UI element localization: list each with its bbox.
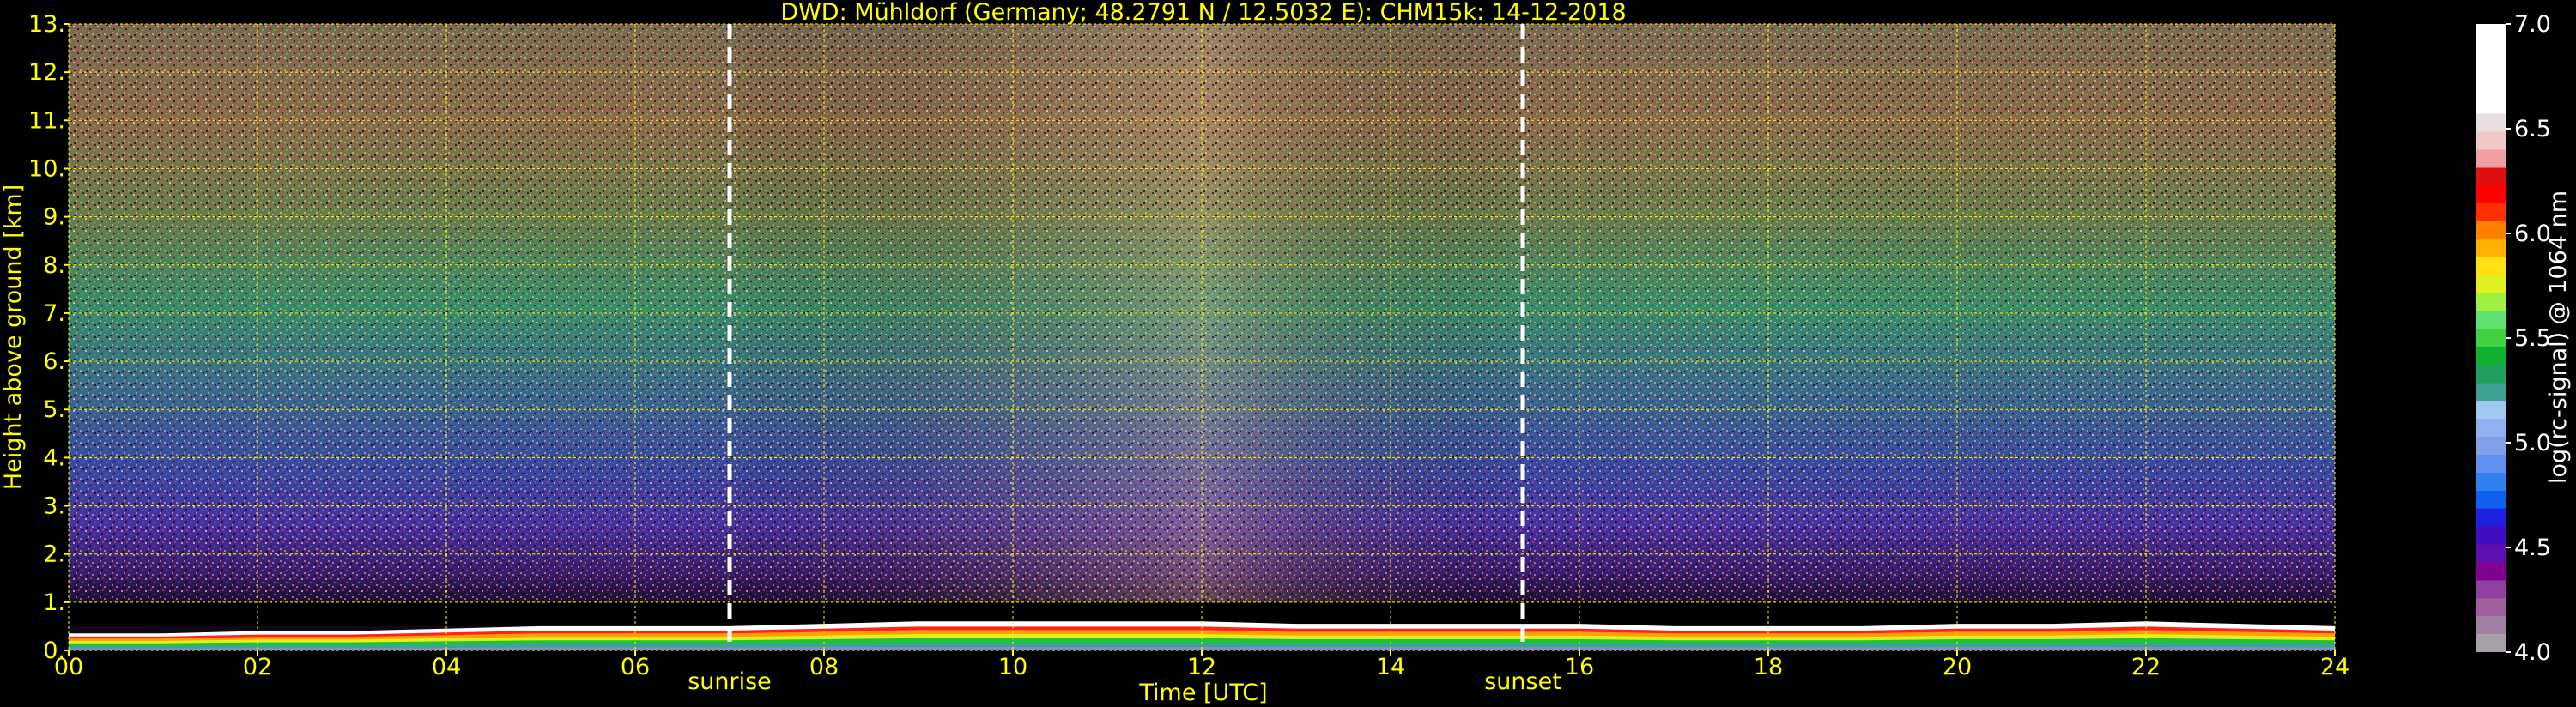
y-tick-label: 10. (28, 155, 65, 182)
y-tick-label: 1. (43, 589, 65, 616)
y-tick-label: 9. (43, 204, 65, 231)
colorbar-label: log(rc-signal) @ 1064 nm (2545, 190, 2572, 484)
x-tick-label: 08 (809, 654, 839, 680)
colorbar-ticks: 4.04.55.05.56.06.57.0 (2506, 11, 2551, 666)
colorbar-tick-label: 4.5 (2514, 535, 2551, 561)
x-tick-label: 16 (1565, 654, 1594, 680)
x-tick-label: 22 (2131, 654, 2161, 680)
x-axis-ticks: 00 02 04 06 08 10 12 14 16 18 20 22 24 (54, 650, 2349, 680)
y-tick-label: 13. (28, 11, 65, 38)
x-tick-label: 02 (243, 654, 272, 680)
colorbar: 4.04.55.05.56.06.57.0 log(rc-signal) @ 1… (2476, 11, 2572, 666)
x-tick-label: 00 (54, 654, 83, 680)
sunrise-label: sunrise (688, 668, 772, 695)
x-tick-label: 14 (1376, 654, 1405, 680)
x-tick-label: 20 (1943, 654, 1972, 680)
x-tick-label: 12 (1187, 654, 1216, 680)
x-tick-label: 04 (432, 654, 461, 680)
colorbar-tick-label: 7.0 (2514, 11, 2551, 38)
y-tick-label: 12. (28, 59, 65, 86)
x-tick-label: 10 (998, 654, 1027, 680)
y-tick-label: 5. (43, 396, 65, 423)
colorbar-scale (2476, 24, 2506, 652)
colorbar-tick-label: 6.5 (2514, 116, 2551, 142)
y-tick-label: 11. (28, 107, 65, 134)
x-axis-label: Time [UTC] (1138, 680, 1267, 706)
y-axis-ticks: 0.1.2.3.4.5.6.7.8.9.10.11.12.13. (28, 11, 69, 664)
y-tick-label: 7. (43, 300, 65, 327)
sunset-label: sunset (1484, 668, 1561, 695)
y-tick-label: 2. (43, 541, 65, 568)
chart-title: DWD: Mühldorf (Germany; 48.2791 N / 12.5… (780, 0, 1626, 26)
x-tick-label: 06 (621, 654, 650, 680)
y-tick-label: 4. (43, 444, 65, 471)
y-axis-label: Height above ground [km] (0, 184, 27, 490)
colorbar-tick-label: 4.0 (2514, 639, 2551, 666)
ceilometer-plot: DWD: Mühldorf (Germany; 48.2791 N / 12.5… (0, 0, 2572, 706)
x-tick-label: 24 (2320, 654, 2349, 680)
y-tick-label: 6. (43, 348, 65, 375)
y-tick-label: 8. (43, 252, 65, 279)
x-tick-label: 18 (1754, 654, 1783, 680)
y-tick-label: 3. (43, 493, 65, 520)
